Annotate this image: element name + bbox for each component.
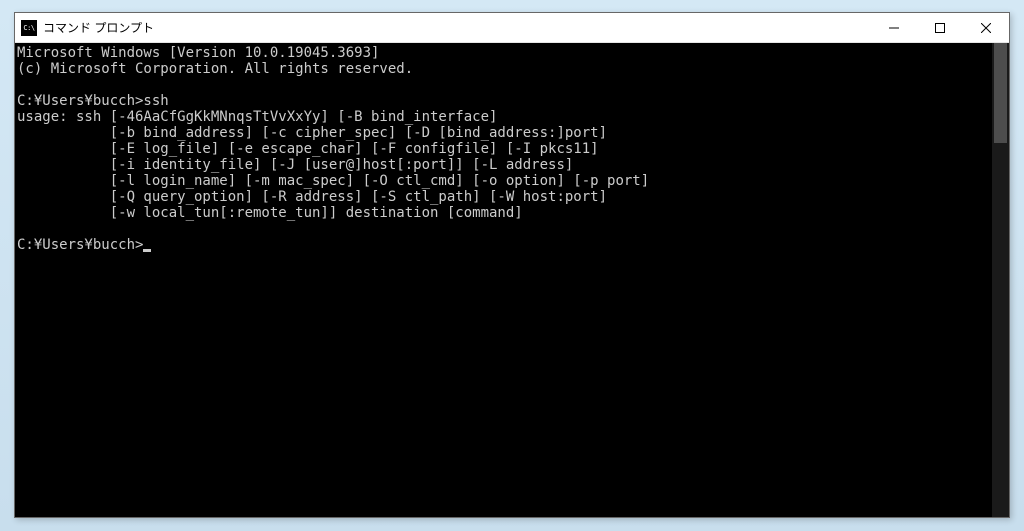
window-controls: [871, 13, 1009, 42]
terminal-line: usage: ssh [-46AaCfGgKkMNnqsTtVvXxYy] [-…: [17, 109, 497, 125]
minimize-button[interactable]: [871, 13, 917, 42]
terminal-prompt: C:¥Users¥bucch>: [17, 237, 143, 253]
titlebar[interactable]: C:\ コマンド プロンプト: [15, 13, 1009, 43]
terminal-line: [-b bind_address] [-c cipher_spec] [-D […: [17, 125, 607, 141]
maximize-icon: [935, 23, 945, 33]
terminal-line: Microsoft Windows [Version 10.0.19045.36…: [17, 45, 379, 61]
close-button[interactable]: [963, 13, 1009, 42]
window-title: コマンド プロンプト: [43, 19, 871, 36]
scrollbar-thumb[interactable]: [994, 43, 1007, 143]
terminal-output[interactable]: Microsoft Windows [Version 10.0.19045.36…: [15, 43, 992, 517]
minimize-icon: [889, 23, 899, 33]
command-prompt-window: C:\ コマンド プロンプト Microsoft Windows [Versio…: [14, 12, 1010, 518]
terminal-line: [-i identity_file] [-J [user@]host[:port…: [17, 157, 573, 173]
cmd-icon: C:\: [21, 20, 37, 36]
terminal-wrapper: Microsoft Windows [Version 10.0.19045.36…: [15, 43, 1009, 517]
scrollbar[interactable]: [992, 43, 1009, 517]
close-icon: [981, 23, 991, 33]
terminal-line: [-l login_name] [-m mac_spec] [-O ctl_cm…: [17, 173, 649, 189]
cursor: [143, 249, 151, 252]
terminal-line: [-E log_file] [-e escape_char] [-F confi…: [17, 141, 599, 157]
terminal-line: [-Q query_option] [-R address] [-S ctl_p…: [17, 189, 607, 205]
terminal-line: [-w local_tun[:remote_tun]] destination …: [17, 205, 523, 221]
terminal-line: (c) Microsoft Corporation. All rights re…: [17, 61, 413, 77]
maximize-button[interactable]: [917, 13, 963, 42]
terminal-line: C:¥Users¥bucch>ssh: [17, 93, 169, 109]
